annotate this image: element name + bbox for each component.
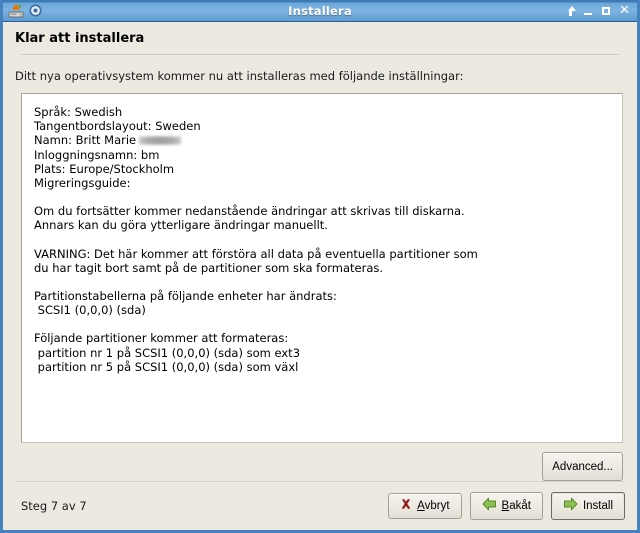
cancel-x-icon (400, 498, 412, 514)
summary-line-name: Namn: Britt Marie (34, 133, 612, 147)
always-on-top-icon[interactable] (565, 5, 576, 17)
footer-buttons: Avbryt Bakåt Install (388, 492, 625, 520)
close-icon[interactable]: ✕ (619, 4, 630, 17)
window-title: Installera (288, 3, 352, 18)
summary-line: Tangentbordslayout: Sweden (34, 119, 201, 134)
heading-area: Klar att installera (3, 22, 637, 54)
back-button-label: Bakåt (502, 499, 531, 513)
window-controls: ✕ (565, 4, 633, 17)
cancel-button[interactable]: Avbryt (388, 493, 462, 519)
paragraph-partition-tables: Partitionstabellerna på följande enheter… (34, 289, 612, 317)
name-value: Namn: Britt Marie (34, 133, 137, 148)
paragraph-warning: VARNING: Det här kommer att förstöra all… (34, 247, 612, 275)
paragraph-line: SCSI1 (0,0,0) (sda) (34, 303, 146, 318)
redacted-surname (139, 136, 182, 146)
step-indicator: Steg 7 av 7 (21, 499, 87, 513)
installer-disk-icon (8, 3, 24, 19)
paragraph-format-partitions: Följande partitioner kommer att formater… (34, 331, 612, 374)
summary-textbox[interactable]: Språk: Swedish Tangentbordslayout: Swede… (21, 93, 623, 443)
summary-line: Plats: Europe/Stockholm (34, 161, 175, 176)
advanced-button-label: Advanced... (552, 460, 613, 473)
paragraph-line: partition nr 1 på SCSI1 (0,0,0) (sda) so… (34, 345, 301, 360)
cancel-button-label: Avbryt (417, 499, 449, 513)
advanced-button[interactable]: Advanced... (542, 452, 623, 481)
advanced-row: Advanced... (21, 443, 623, 481)
intro-text: Ditt nya operativsystem kommer nu att in… (15, 69, 464, 83)
circle-icon (29, 4, 42, 17)
content-area: Språk: Swedish Tangentbordslayout: Swede… (3, 93, 637, 481)
paragraph-line: VARNING: Det här kommer att förstöra all… (34, 246, 478, 261)
install-button-label: Install (582, 500, 613, 512)
paragraph-line: Partitionstabellerna på följande enheter… (34, 289, 337, 304)
minimize-icon[interactable] (583, 5, 594, 17)
back-button[interactable]: Bakåt (469, 492, 543, 520)
title-bar: Installera ✕ (3, 0, 637, 22)
paragraph-line: Annars kan du göra ytterligare ändringar… (34, 218, 328, 233)
paragraph-continue: Om du fortsätter kommer nedanstående änd… (34, 204, 612, 232)
back-rest: akåt (509, 500, 531, 512)
page-title: Klar att installera (15, 31, 145, 46)
maximize-icon[interactable] (601, 5, 612, 17)
paragraph-line: partition nr 5 på SCSI1 (0,0,0) (sda) so… (34, 359, 299, 374)
paragraph-line: Följande partitioner kommer att formater… (34, 331, 289, 346)
title-bar-icons (8, 3, 42, 19)
arrow-left-icon (482, 497, 497, 515)
summary-line: Inloggningsnamn: bm (34, 147, 160, 162)
install-button[interactable]: Install (550, 492, 625, 520)
summary-line: Språk: Swedish (34, 105, 123, 119)
arrow-right-icon (563, 497, 578, 515)
cancel-mnemonic: A (417, 500, 425, 512)
paragraph-line: du har tagit bort samt på de partitioner… (34, 260, 384, 275)
paragraph-line: Om du fortsätter kommer nedanstående änd… (34, 204, 465, 219)
summary-line: Migreringsguide: (34, 176, 131, 191)
installer-window: Installera ✕ Klar att installera Ditt ny… (0, 0, 640, 533)
footer-bar: Steg 7 av 7 Avbryt Bakåt Install (3, 482, 637, 530)
cancel-rest: vbryt (424, 500, 450, 512)
